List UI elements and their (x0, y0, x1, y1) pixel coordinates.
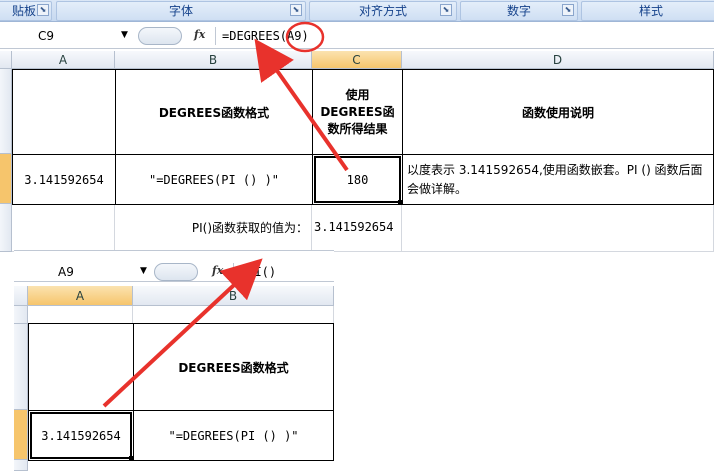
arrow-to-formula (254, 38, 349, 172)
highlight-circle (285, 21, 325, 53)
annotation-overlay (102, 21, 349, 408)
arrow-to-pi-formula (102, 258, 263, 408)
